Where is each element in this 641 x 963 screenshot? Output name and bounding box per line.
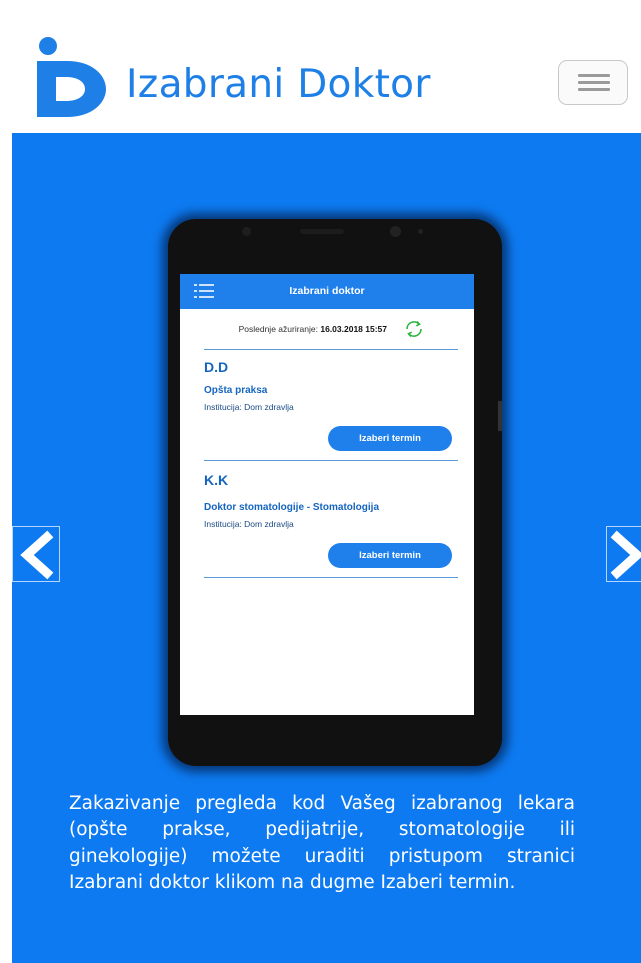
doctor-specialty: Doktor stomatologije - Stomatologija (204, 502, 380, 513)
phone-side-button (498, 401, 502, 431)
hamburger-icon-bar (578, 81, 610, 84)
carousel-next-button[interactable] (606, 526, 641, 582)
phone-sensor-small (418, 229, 423, 234)
refresh-icon[interactable] (404, 320, 424, 338)
doctor-institution: Institucija: Dom zdravlja (204, 519, 294, 529)
doctor-name: D.D (204, 359, 229, 375)
hero-carousel: Izabrani doktor Poslednje ažuriranje: 16… (12, 133, 641, 963)
phone-speaker (300, 229, 344, 234)
carousel-prev-button[interactable] (12, 526, 60, 582)
chevron-left-icon (20, 530, 54, 580)
hamburger-menu-button[interactable] (558, 60, 628, 105)
doctor-institution: Institucija: Dom zdravlja (204, 402, 294, 412)
app-title: Izabrani doktor (289, 285, 365, 297)
doctor-name: K.K (204, 472, 229, 488)
phone-sensor (390, 226, 401, 237)
last-update-value: 16.03.2018 15:57 (320, 324, 388, 334)
site-header: Izabrani Doktor (0, 0, 641, 133)
hamburger-icon (578, 74, 610, 77)
pick-appointment-button[interactable]: Izaberi termin (328, 543, 452, 568)
hero-caption: Zakazivanje pregleda kod Vašeg izabranog… (69, 793, 575, 893)
phone-screen: Izabrani doktor Poslednje ažuriranje: 16… (180, 274, 474, 715)
divider (204, 349, 458, 350)
izabrani-doktor-logo-icon[interactable] (34, 37, 106, 117)
chevron-right-icon (610, 530, 641, 580)
pick-appointment-button[interactable]: Izaberi termin (328, 426, 452, 451)
divider (204, 577, 458, 578)
brand-name[interactable]: Izabrani Doktor (126, 62, 431, 107)
last-update: Poslednje ažuriranje: 16.03.2018 15:57 (180, 324, 474, 334)
divider (204, 460, 458, 461)
last-update-label: Poslednje ažuriranje: (238, 324, 318, 334)
doctor-specialty: Opšta praksa (204, 385, 268, 396)
phone-camera (242, 227, 251, 236)
hamburger-icon-bar (578, 88, 610, 91)
phone-mockup: Izabrani doktor Poslednje ažuriranje: 16… (168, 219, 502, 766)
app-bar: Izabrani doktor (180, 274, 474, 309)
